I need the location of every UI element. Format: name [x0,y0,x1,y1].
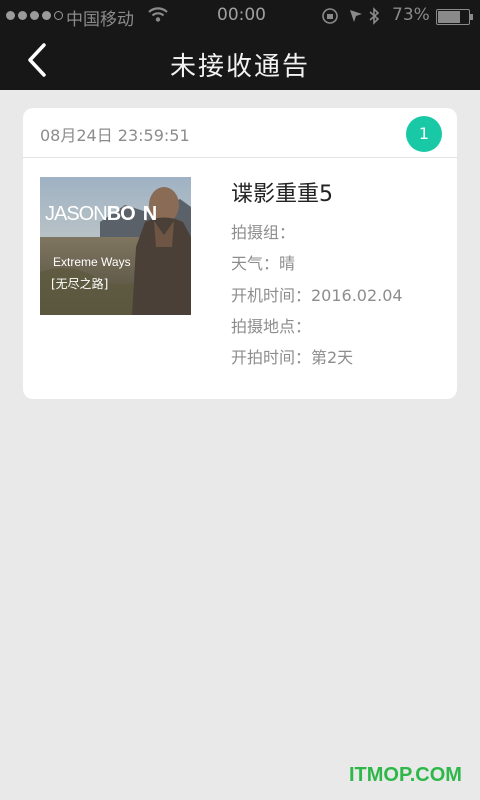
signal-dots-icon [6,11,63,20]
notice-card-header: 08月24日 23:59:51 1 [23,108,457,158]
shoot-day-text: 开拍时间：第2天 [231,348,354,367]
movie-poster[interactable]: JASONBO N Extreme Ways [无尽之路] [40,177,191,315]
movie-title: 谍影重重5 [231,182,333,207]
location-label: 拍摄地点： [231,317,312,336]
crew-label: 拍摄组： [231,223,296,242]
poster-subtitle-cn: [无尽之路] [51,277,109,291]
status-bar: 中国移动 00:00 73% [0,0,480,32]
wifi-icon [147,3,169,30]
notice-datetime: 08月24日 23:59:51 [40,126,190,145]
poster-subtitle-en: Extreme Ways [53,255,131,269]
location-icon [350,10,362,22]
notice-card[interactable]: 08月24日 23:59:51 1 JASONBO N Extreme Ways… [23,108,457,399]
carrier-name: 中国移动 [66,10,134,30]
bluetooth-icon [369,7,380,25]
poster-title-part1: JASON [45,203,108,225]
battery-percent: 73% [392,5,430,25]
weather-text: 天气：晴 [231,254,296,273]
poster-title-part2: BO [106,203,136,225]
battery-icon [436,9,473,25]
nav-bar: 未接收通告 [0,32,480,90]
clock: 00:00 [217,5,266,25]
watermark: ITMOP.COM [349,764,462,786]
start-date-text: 开机时间：2016.02.04 [231,286,403,305]
unread-count-badge: 1 [406,116,442,152]
page-title: 未接收通告 [169,52,310,82]
poster-title-part3: N [142,203,157,225]
lock-rotation-icon [322,8,338,24]
